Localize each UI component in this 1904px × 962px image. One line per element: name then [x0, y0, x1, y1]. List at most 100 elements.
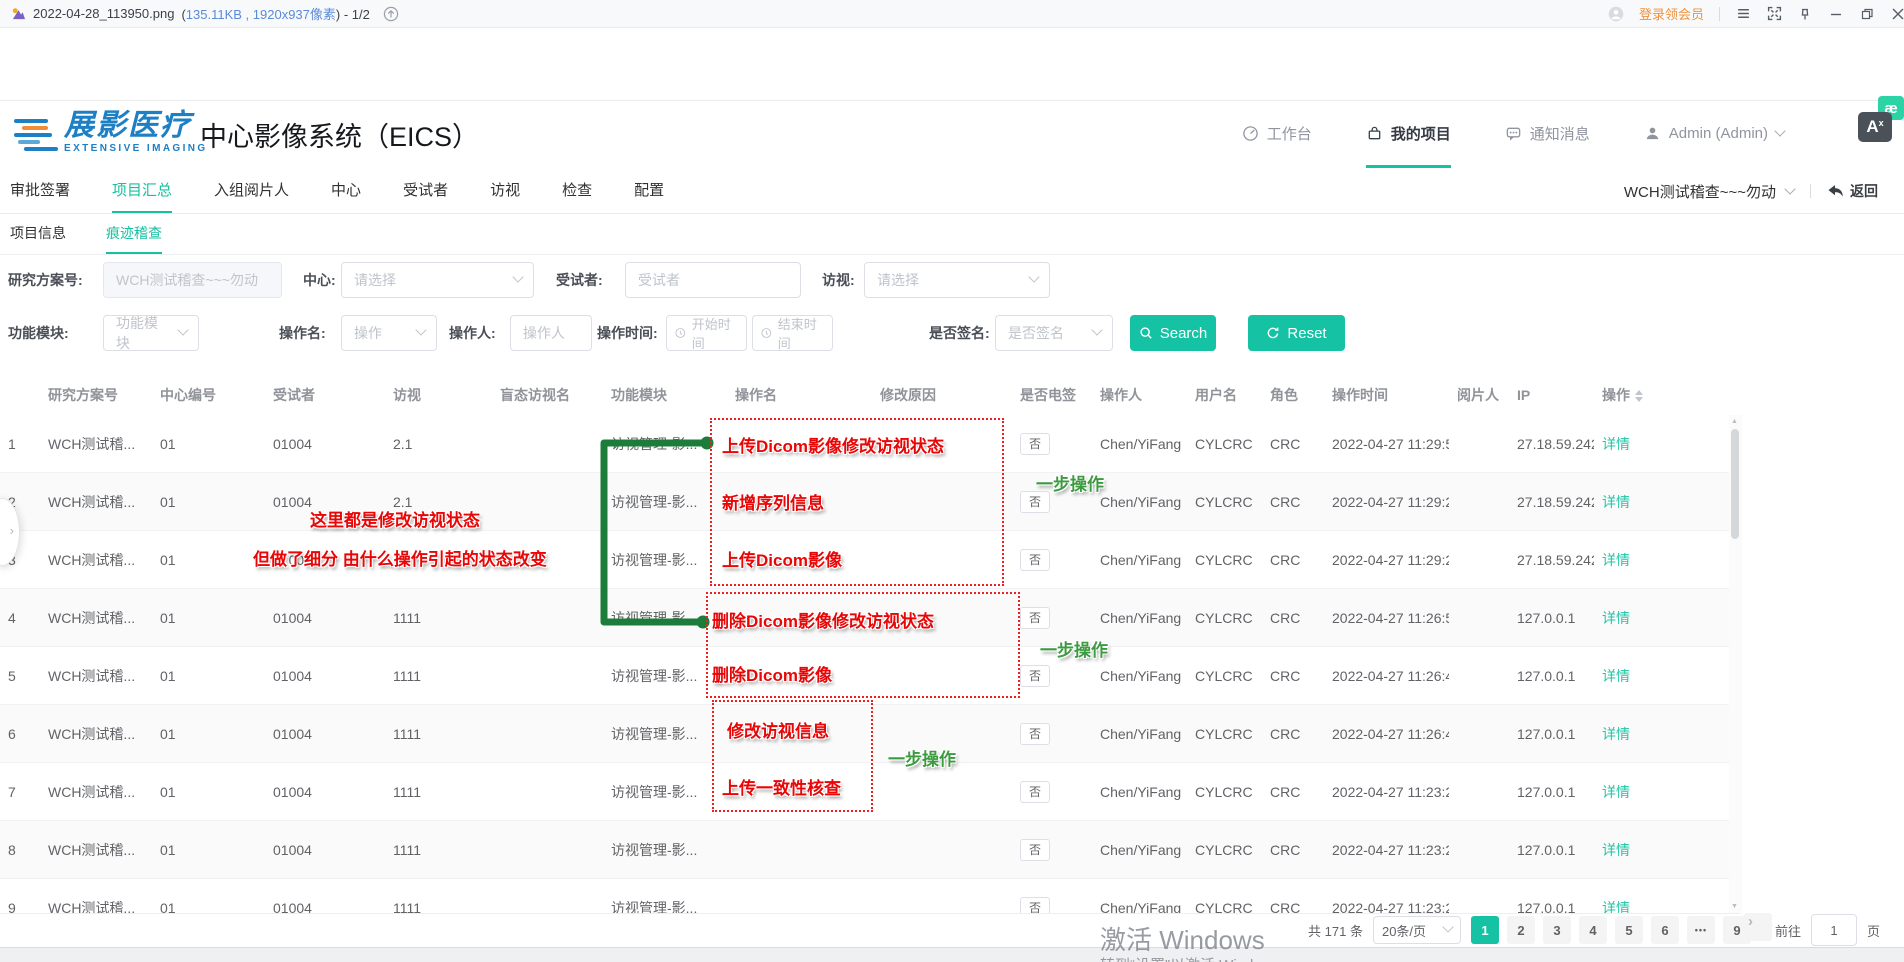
nav-user-menu[interactable]: Admin (Admin)	[1644, 101, 1784, 168]
table-header: 研究方案号中心编号受试者访视盲态访视名功能模块操作名修改原因是否电签操作人用户名…	[0, 375, 1740, 415]
sub-tab[interactable]: 项目信息	[10, 214, 66, 254]
main-tab[interactable]: 入组阅片人	[214, 170, 289, 213]
company-logo: 展影医疗 EXTENSIVE IMAGING	[14, 111, 208, 154]
module-select[interactable]: 功能模块	[103, 315, 199, 351]
table-cell: CYLCRC	[1187, 494, 1262, 510]
main-tab[interactable]: 访视	[490, 170, 520, 213]
page-button[interactable]: 1	[1471, 916, 1499, 944]
visit-select[interactable]: 请选择	[864, 262, 1050, 298]
back-button[interactable]: 返回	[1827, 181, 1878, 201]
subject-label: 受试者:	[556, 262, 603, 298]
start-time-input[interactable]: 开始时间	[666, 315, 747, 351]
main-tab[interactable]: 项目汇总	[112, 170, 172, 213]
scroll-up-icon[interactable]: ▲	[1731, 418, 1738, 425]
table-cell: 01	[152, 784, 265, 800]
table-cell: 01	[152, 610, 265, 626]
scroll-down-icon[interactable]: ▼	[1731, 903, 1738, 910]
account-avatar-icon[interactable]	[1608, 6, 1624, 22]
table-cell: Chen/YiFang	[1092, 552, 1187, 568]
table-cell: WCH测试稽...	[40, 782, 152, 802]
table-cell: 01004	[265, 726, 385, 742]
nav-workbench[interactable]: 工作台	[1242, 101, 1312, 168]
main-tab[interactable]: 审批签署	[10, 170, 70, 213]
nav-notifications[interactable]: 通知消息	[1505, 101, 1590, 168]
page-button[interactable]: 5	[1615, 916, 1643, 944]
operator-input[interactable]	[510, 315, 592, 351]
menu-icon[interactable]	[1735, 6, 1751, 22]
table-cell: 否	[1012, 665, 1092, 687]
center-select[interactable]: 请选择	[341, 262, 534, 298]
logo-text-en: EXTENSIVE IMAGING	[64, 144, 208, 154]
restore-icon[interactable]	[1859, 6, 1875, 22]
page-button[interactable]: 2	[1507, 916, 1535, 944]
fullscreen-icon[interactable]	[1766, 6, 1782, 22]
table-cell: WCH测试稽...	[40, 492, 152, 512]
project-select[interactable]: WCH测试稽查~~~勿动	[1624, 181, 1794, 202]
table-cell: 访视管理-影...	[603, 666, 727, 686]
page-size-select[interactable]: 20条/页	[1373, 916, 1461, 944]
detail-link[interactable]: 详情	[1602, 436, 1630, 452]
vertical-scrollbar[interactable]: ▲ ▼	[1729, 415, 1742, 913]
opname-select[interactable]: 操作	[341, 315, 437, 351]
detail-link[interactable]: 详情	[1602, 900, 1630, 915]
sub-tabs: 项目信息痕迹稽查	[0, 214, 162, 254]
detail-link[interactable]: 详情	[1602, 668, 1630, 684]
page-button[interactable]: 6	[1651, 916, 1679, 944]
table-cell: 01004	[265, 610, 385, 626]
end-time-input[interactable]: 结束时间	[752, 315, 833, 351]
sort-icon[interactable]	[1635, 390, 1643, 402]
main-tab[interactable]: 检查	[562, 170, 592, 213]
table-cell: 详情	[1594, 840, 1740, 860]
main-tab[interactable]: 中心	[331, 170, 361, 213]
close-icon[interactable]	[1890, 6, 1904, 22]
table-cell: CRC	[1262, 668, 1324, 684]
table-cell: 9	[0, 900, 40, 915]
search-button[interactable]: Search	[1130, 315, 1216, 351]
column-header: 操作人	[1092, 385, 1187, 405]
reset-button[interactable]: Reset	[1248, 315, 1345, 351]
next-page-button[interactable]: ›	[1744, 913, 1772, 941]
plan-input[interactable]	[103, 262, 282, 298]
esign-tag: 否	[1020, 549, 1050, 571]
detail-link[interactable]: 详情	[1602, 842, 1630, 858]
table-cell: 01	[152, 494, 265, 510]
esign-tag: 否	[1020, 433, 1050, 455]
detail-link[interactable]: 详情	[1602, 494, 1630, 510]
module-label: 功能模块:	[8, 315, 69, 351]
table-cell: WCH测试稽...	[40, 898, 152, 915]
main-tab[interactable]: 受试者	[403, 170, 448, 213]
table-cell: 2022-04-27 11:29:26	[1324, 552, 1449, 568]
nav-my-projects[interactable]: 我的项目	[1366, 101, 1451, 168]
translate-widget[interactable]: æ Ax	[1858, 96, 1904, 154]
chevron-down-icon	[1784, 183, 1795, 194]
table-cell: 2022-04-27 11:23:23	[1324, 900, 1449, 915]
goto-page-input[interactable]	[1811, 914, 1857, 946]
table-cell: 详情	[1594, 782, 1740, 802]
page-button[interactable]: 3	[1543, 916, 1571, 944]
table-cell: WCH测试稽...	[40, 434, 152, 454]
minimize-icon[interactable]	[1828, 6, 1844, 22]
sign-select[interactable]: 是否签名	[995, 315, 1113, 351]
detail-link[interactable]: 详情	[1602, 726, 1630, 742]
page-button[interactable]: 4	[1579, 916, 1607, 944]
upload-icon[interactable]	[383, 6, 399, 22]
table-cell: Chen/YiFang	[1092, 784, 1187, 800]
search-icon	[1139, 326, 1153, 340]
page-ellipsis[interactable]: •••	[1687, 916, 1715, 944]
table-cell: 详情	[1594, 724, 1740, 744]
detail-link[interactable]: 详情	[1602, 552, 1630, 568]
sub-tab[interactable]: 痕迹稽查	[106, 214, 162, 254]
detail-link[interactable]: 详情	[1602, 610, 1630, 626]
pin-icon[interactable]	[1797, 6, 1813, 22]
table-cell: 127.0.0.1	[1509, 900, 1594, 915]
main-tab[interactable]: 配置	[634, 170, 664, 213]
subject-input[interactable]	[625, 262, 801, 298]
divider	[1719, 7, 1720, 21]
scrollbar-thumb[interactable]	[1731, 429, 1739, 539]
table-cell: 01004	[265, 552, 385, 568]
table-cell: 01004	[265, 784, 385, 800]
sign-label: 是否签名:	[929, 315, 990, 351]
table-cell: WCH测试稽...	[40, 608, 152, 628]
detail-link[interactable]: 详情	[1602, 784, 1630, 800]
login-member-link[interactable]: 登录领会员	[1639, 4, 1704, 23]
